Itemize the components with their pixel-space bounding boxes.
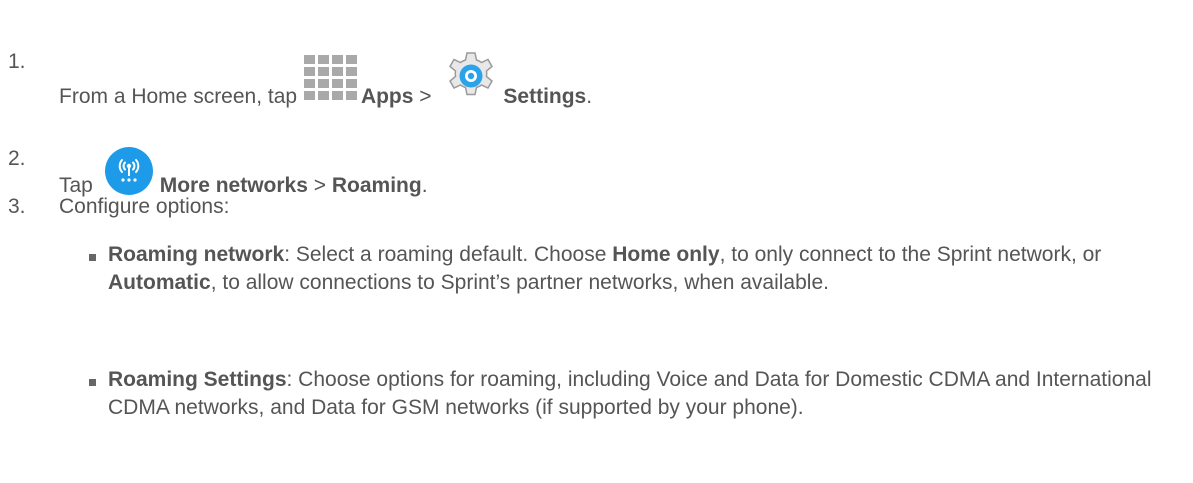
apps-grid-icon <box>303 55 358 109</box>
step-1-text: From a Home screen, tap Apps > Settings. <box>59 49 592 110</box>
step-1-separator: > <box>419 85 432 108</box>
more-networks-icon <box>104 147 153 195</box>
option-roaming-network: Roaming network: Select a roaming defaul… <box>108 241 1168 297</box>
option-roaming-settings-title: Roaming Settings <box>108 368 287 391</box>
option-roaming-settings: Roaming Settings: Choose options for roa… <box>108 366 1168 422</box>
option-home-only: Home only <box>612 243 720 266</box>
option-roaming-network-text-3: , to allow connections to Sprint’s partn… <box>210 271 829 294</box>
step-1-number: 1. <box>8 50 26 73</box>
option-automatic: Automatic <box>108 271 211 294</box>
apps-label: Apps <box>360 85 414 108</box>
option-roaming-network-text-2: , to only connect to the Sprint network,… <box>719 243 1102 266</box>
step-3-number: 3. <box>8 195 26 218</box>
step-1-period: . <box>586 85 593 108</box>
instructions-page: { "steps": [ { "number": "1.", "text_bef… <box>0 0 1193 483</box>
step-2-period: . <box>421 174 428 197</box>
settings-gear-icon <box>449 52 494 96</box>
step-2-text: Tap More networks > Roaming. <box>59 146 428 199</box>
step-2-number: 2. <box>8 147 26 170</box>
bullet-marker <box>89 254 96 261</box>
roaming-label: Roaming <box>331 174 422 197</box>
bullet-marker <box>89 379 96 386</box>
settings-label: Settings <box>503 85 587 108</box>
step-2-separator: > <box>313 174 327 197</box>
option-roaming-network-title: Roaming network <box>108 243 285 266</box>
step-1-intro: From a Home screen, tap <box>59 85 298 108</box>
step-3-text: Configure options: <box>59 195 230 218</box>
option-roaming-network-text-1: : Select a roaming default. Choose <box>284 243 613 266</box>
